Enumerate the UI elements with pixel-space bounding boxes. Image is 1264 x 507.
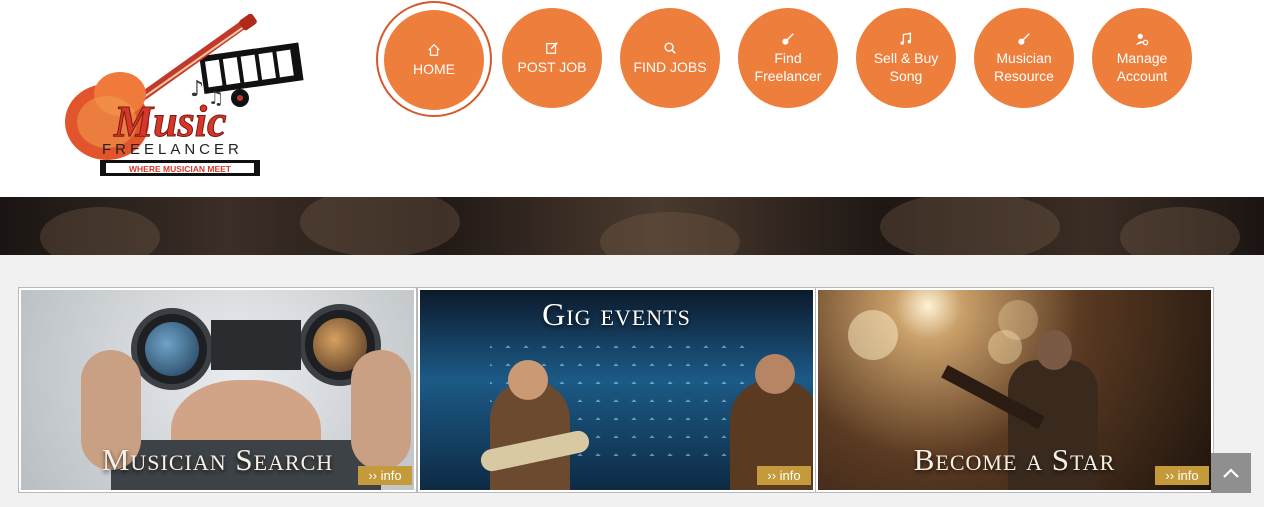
chevron-up-icon (1223, 468, 1239, 478)
music-note-icon (899, 32, 913, 48)
nav-musician-resource-label: Musician Resource (994, 49, 1054, 84)
tile-gig-events[interactable]: Gig events ›› info (417, 287, 816, 493)
edit-icon (545, 41, 559, 57)
nav-find-jobs-label: FIND JOBS (633, 58, 707, 75)
tile-caption: Gig events (542, 296, 691, 332)
nav-manage-account-label: Manage Account (1116, 49, 1168, 84)
gig-events-image: Gig events ›› info (420, 290, 813, 490)
hero-banner (0, 197, 1264, 255)
tile-musician-search[interactable]: Musician Search ›› info (18, 287, 417, 493)
info-button[interactable]: ›› info (358, 466, 412, 485)
become-a-star-image: Become a Star ›› info (818, 290, 1211, 490)
tile-become-a-star[interactable]: Become a Star ›› info (815, 287, 1214, 493)
guitar-icon (781, 32, 795, 48)
musician-search-image: Musician Search ›› info (21, 290, 414, 490)
info-button[interactable]: ›› info (1155, 466, 1209, 485)
tile-caption: Become a Star (913, 442, 1116, 477)
logo-subtitle: FREELANCER (102, 141, 243, 158)
guitar-icon (1017, 32, 1031, 48)
site-header: ♪ ♫ Music FREELANCER WHERE MUSICIAN MEET… (0, 0, 1264, 197)
nav-musician-resource[interactable]: Musician Resource (974, 8, 1074, 108)
nav-post-job-label: POST JOB (517, 58, 587, 75)
nav-home-label: HOME (413, 60, 455, 77)
logo-tagline: WHERE MUSICIAN MEET (129, 164, 232, 174)
search-icon (663, 41, 677, 57)
nav-sell-buy-song[interactable]: Sell & Buy Song (856, 8, 956, 108)
info-button[interactable]: ›› info (757, 466, 811, 485)
tile-caption: Musician Search (101, 442, 334, 477)
nav-manage-account[interactable]: Manage Account (1092, 8, 1192, 108)
scroll-top-button[interactable] (1211, 453, 1251, 493)
nav-find-jobs[interactable]: FIND JOBS (620, 8, 720, 108)
nav-post-job[interactable]: POST JOB (502, 8, 602, 108)
nav-find-freelancer[interactable]: Find Freelancer (738, 8, 838, 108)
nav-find-freelancer-label: Find Freelancer (754, 49, 822, 84)
main-nav: HOME POST JOB FIND JOBS Find Freelancer (0, 0, 1264, 120)
nav-home[interactable]: HOME (384, 10, 484, 110)
home-icon (427, 43, 441, 59)
user-settings-icon (1135, 32, 1149, 48)
nav-sell-buy-song-label: Sell & Buy Song (873, 49, 939, 84)
